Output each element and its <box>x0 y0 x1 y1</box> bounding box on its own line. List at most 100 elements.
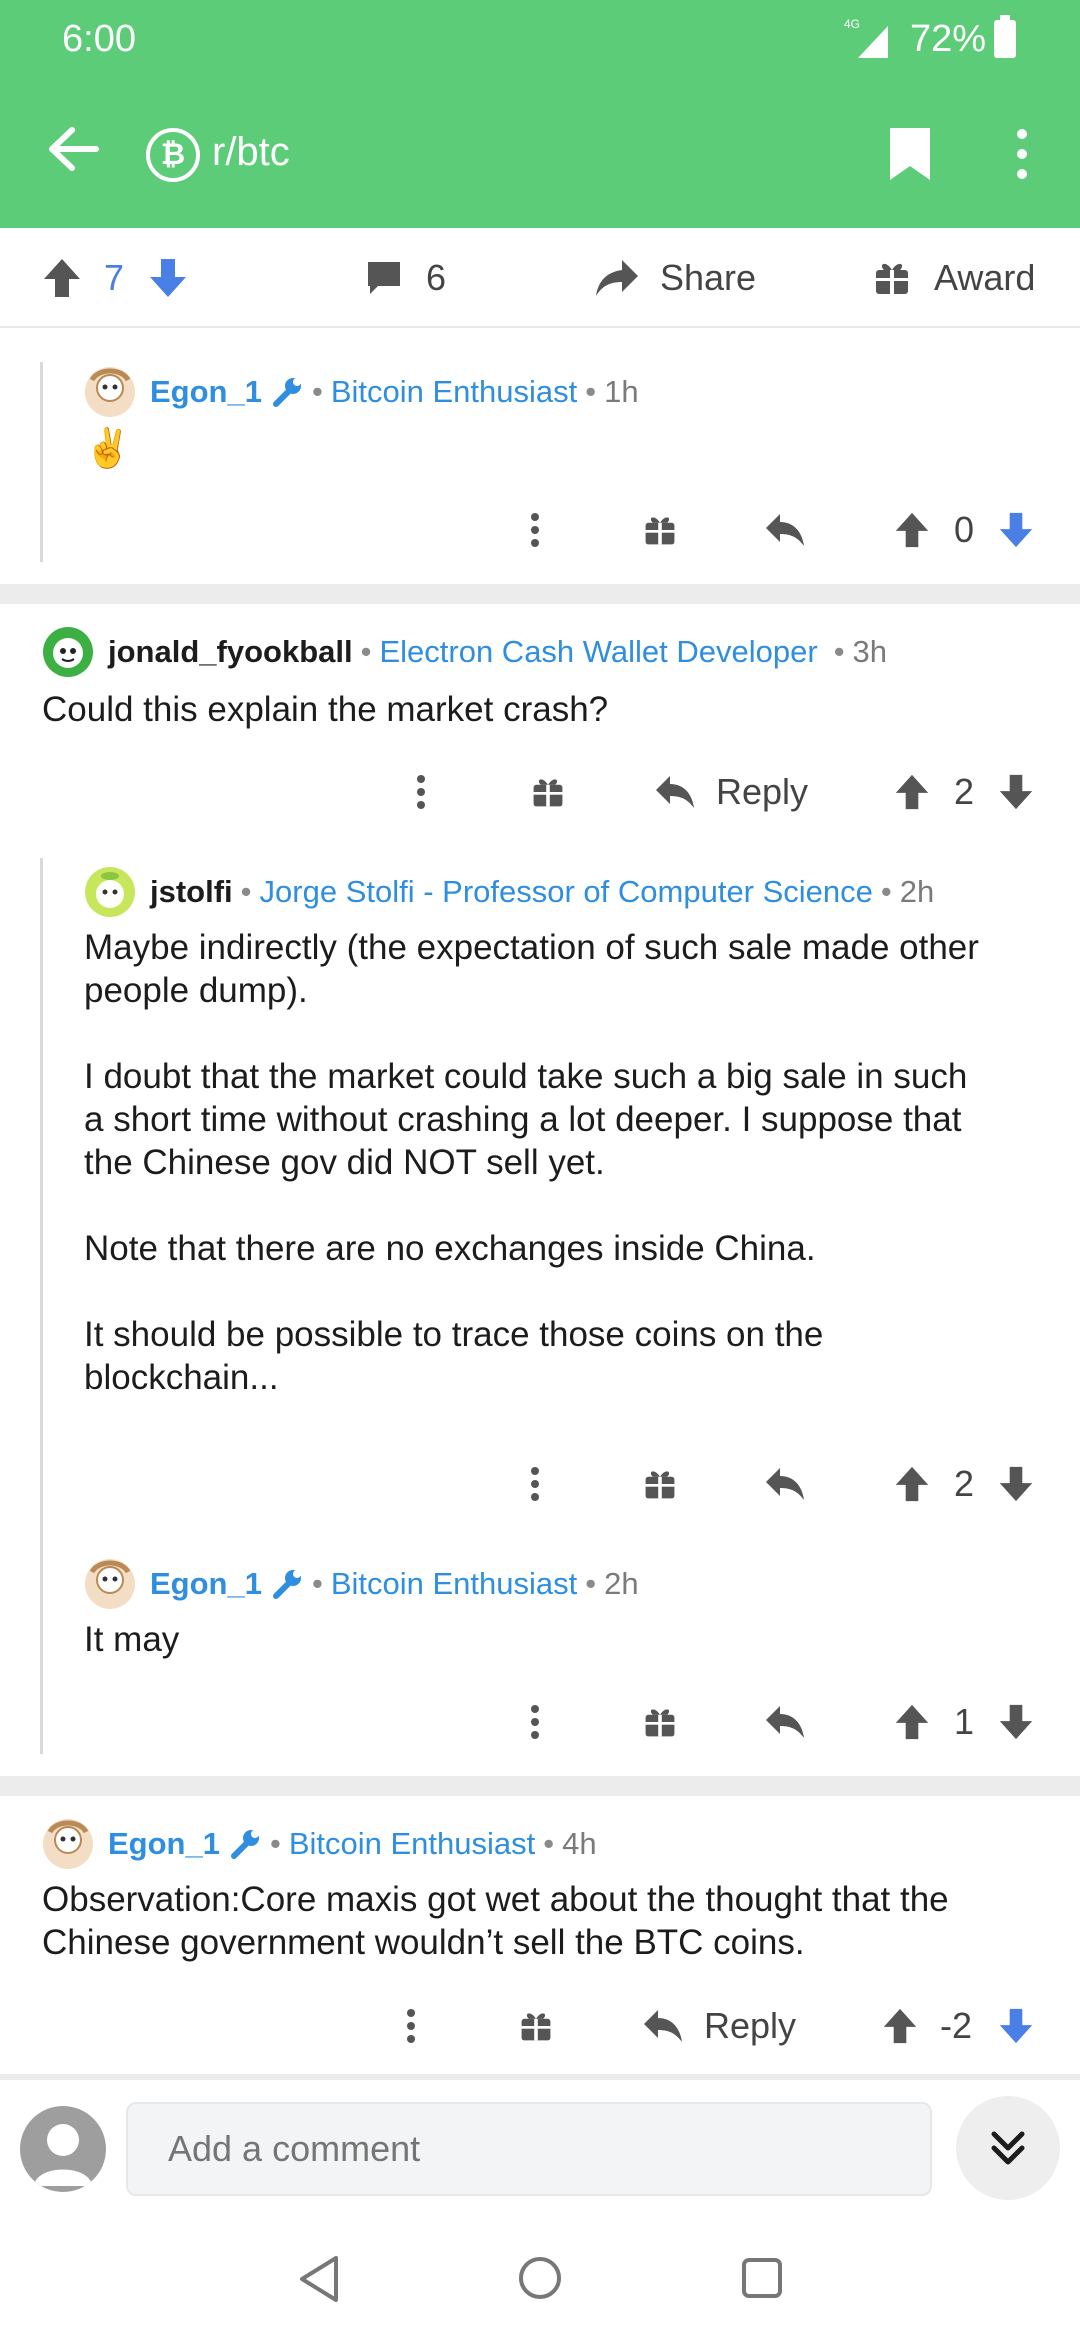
battery-icon <box>994 15 1016 58</box>
comment-reply-button[interactable] <box>764 500 806 560</box>
user-flair: Jorge Stolfi - Professor of Computer Sci… <box>259 874 873 909</box>
nav-home-icon[interactable] <box>516 2254 564 2302</box>
comment-author[interactable]: Egon_1 <box>150 374 262 410</box>
share-icon <box>596 260 638 296</box>
add-comment-input[interactable] <box>126 2102 932 2196</box>
system-nav-bar <box>0 2220 1080 2340</box>
comment-actions: 1 <box>0 1692 1080 1752</box>
reply-arrow-icon <box>766 514 804 546</box>
comment-award-button[interactable] <box>642 1454 678 1514</box>
user-flair: Bitcoin Enthusiast <box>288 1826 536 1861</box>
app-bar: ₿ r/btc <box>0 80 1080 228</box>
comment-downvote-button[interactable] <box>998 1692 1034 1752</box>
user-avatar[interactable] <box>42 1818 94 1870</box>
comment-author[interactable]: jstolfi <box>150 874 233 910</box>
subreddit-icon[interactable]: ₿ <box>146 128 200 182</box>
comment-author[interactable]: Egon_1 <box>108 1826 220 1862</box>
comment-body: Observation:Core maxis got wet about the… <box>42 1880 949 1962</box>
comment-reply-button[interactable] <box>764 1692 806 1752</box>
user-avatar[interactable] <box>84 366 136 418</box>
upvote-arrow-icon <box>895 1466 929 1502</box>
comment-body: It may <box>84 1620 180 1659</box>
comment-header: Egon_1 • Bitcoin Enthusiast • 4h <box>42 1818 597 1870</box>
comment-award-button[interactable] <box>642 500 678 560</box>
comment-more-button[interactable] <box>530 1692 540 1752</box>
user-flair: Electron Cash Wallet Developer <box>379 634 818 669</box>
comment-downvote-button[interactable] <box>998 1996 1034 2056</box>
comment-upvote-button[interactable] <box>894 500 930 560</box>
comment-score: 0 <box>954 509 975 550</box>
comment-actions: Reply -2 <box>0 1996 1080 2056</box>
comment-score: 2 <box>954 771 975 812</box>
user-avatar[interactable] <box>84 866 136 918</box>
comment-downvote-button[interactable] <box>998 762 1034 822</box>
comment-composer <box>0 2080 1080 2220</box>
comment-more-button[interactable] <box>416 762 426 822</box>
thread-line <box>40 858 43 1754</box>
section-divider <box>0 1776 1080 1796</box>
user-avatar[interactable] <box>84 1558 136 1610</box>
comment-downvote-button[interactable] <box>998 1454 1034 1514</box>
downvote-arrow-icon <box>999 1704 1033 1740</box>
downvote-arrow-icon <box>999 512 1033 548</box>
award-button[interactable]: Award <box>872 228 1035 328</box>
comment-actions: Reply 2 <box>0 762 1080 822</box>
reply-label: Reply <box>716 771 809 812</box>
reply-arrow-icon <box>766 1706 804 1738</box>
comment-award-button[interactable] <box>642 1692 678 1752</box>
comment-score: -2 <box>940 2005 973 2046</box>
comment-reply-button[interactable]: Reply <box>654 762 808 822</box>
vertical-dots-icon <box>417 775 425 809</box>
share-button[interactable]: Share <box>594 228 756 328</box>
downvote-arrow-icon <box>150 259 186 297</box>
reply-arrow-icon <box>644 2010 682 2042</box>
comment-reply-button[interactable]: Reply <box>642 1996 796 2056</box>
nav-back-icon[interactable] <box>296 2254 342 2304</box>
comment-upvote-button[interactable] <box>894 1692 930 1752</box>
comment-upvote-button[interactable] <box>894 1454 930 1514</box>
my-avatar <box>20 2106 106 2192</box>
comment-more-button[interactable] <box>406 1996 416 2056</box>
comment-age: 2h <box>604 1566 639 1601</box>
comment-upvote-button[interactable] <box>882 1996 918 2056</box>
comment-actions: 2 <box>0 1454 1080 1514</box>
upvote-arrow-icon <box>895 512 929 548</box>
collapse-button[interactable] <box>956 2096 1060 2200</box>
gift-icon <box>876 263 908 294</box>
double-chevron-down-icon <box>991 2131 1025 2165</box>
comment-author[interactable]: Egon_1 <box>150 1566 262 1602</box>
comment-header: Egon_1 • Bitcoin Enthusiast • 2h <box>84 1558 639 1610</box>
comment-count: 6 <box>426 257 447 298</box>
comment-more-button[interactable] <box>530 1454 540 1514</box>
comment-bubble-icon <box>368 262 400 294</box>
bookmark-icon[interactable] <box>886 126 934 182</box>
post-score: 7 <box>104 257 125 298</box>
user-avatar[interactable] <box>42 626 94 678</box>
comment-body: ✌️ <box>84 428 132 470</box>
comment-author[interactable]: jonald_fyookball <box>108 634 353 670</box>
comment-award-button[interactable] <box>530 762 566 822</box>
clock: 6:00 <box>62 18 136 60</box>
comment-reply-button[interactable] <box>764 1454 806 1514</box>
more-options-icon[interactable] <box>1010 126 1034 182</box>
downvote-arrow-icon <box>999 1466 1033 1502</box>
comment-downvote-button[interactable] <box>998 500 1034 560</box>
comment-more-button[interactable] <box>530 500 540 560</box>
subreddit-name[interactable]: r/btc <box>212 130 290 175</box>
gift-icon <box>521 2013 551 2041</box>
comment-award-button[interactable] <box>518 1996 554 2056</box>
comment-upvote-button[interactable] <box>894 762 930 822</box>
downvote-arrow-icon <box>999 2008 1033 2044</box>
vertical-dots-icon <box>407 2009 415 2043</box>
gift-icon <box>645 1471 675 1499</box>
post-upvote-button[interactable] <box>42 228 82 328</box>
comment-age: 3h <box>852 634 888 669</box>
signal-icon: 4G <box>844 17 888 58</box>
vertical-dots-icon <box>531 1705 539 1739</box>
post-downvote-button[interactable] <box>148 228 188 328</box>
back-arrow-icon[interactable] <box>46 122 100 176</box>
reply-label: Reply <box>704 2005 797 2046</box>
nav-recents-icon[interactable] <box>740 2256 784 2300</box>
comments-button[interactable]: 6 <box>364 228 446 328</box>
upvote-arrow-icon <box>883 2008 917 2044</box>
